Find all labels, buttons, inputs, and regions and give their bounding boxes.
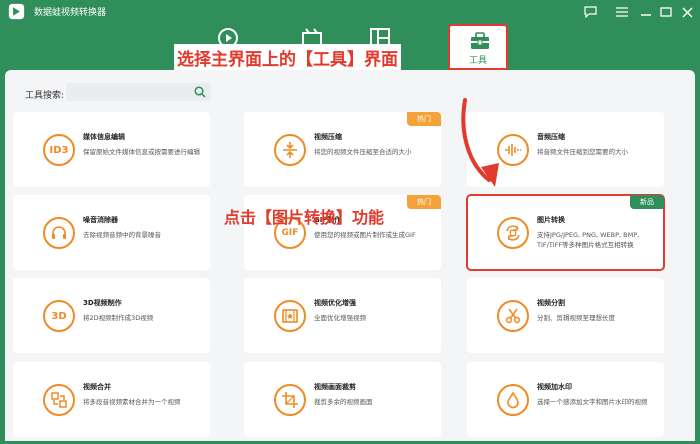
card-video-crop[interactable]: 视频画面裁剪 裁剪多余的视频画面 [244, 362, 441, 437]
card-desc: 将您的视频文件压缩至合适的大小 [314, 148, 412, 156]
card-desc: 选择一个感添加文字和图片水印的视频 [537, 398, 648, 406]
compress-icon [274, 134, 306, 166]
search-input[interactable] [66, 83, 211, 101]
app-logo-icon [8, 3, 25, 20]
card-image-convert[interactable]: 图片转换 支持JPG/JPEG, PNG, WEBP, BMP, TIF/TIF… [466, 194, 665, 271]
card-desc: 使用您的视频或图片制作或生成GIF [314, 231, 416, 239]
tab-tools-label: 工具 [468, 56, 487, 66]
card-video-split[interactable]: 视频分割 分割、剪辑视频至理想长度 [467, 278, 664, 353]
id3-icon: ID3 [43, 134, 75, 166]
card-title: 图片转换 [537, 216, 565, 224]
card-desc: 全面优化增强视频 [314, 314, 366, 322]
card-title: 噪音消除器 [83, 216, 118, 224]
scissors-icon [497, 300, 529, 332]
card-desc: 裁剪多余的视频画面 [314, 398, 373, 406]
close-icon[interactable] [677, 2, 697, 22]
card-media-info[interactable]: ID3 媒体信息编辑 保留原始文件媒体信息或按需要进行编辑 [13, 112, 210, 187]
card-title: 视频画面裁剪 [314, 383, 356, 391]
card-title: 视频压缩 [314, 133, 342, 141]
watermark-icon [497, 384, 529, 416]
toolbox-icon [471, 32, 489, 49]
image-convert-icon [497, 217, 529, 249]
annotation-click-image-convert: 点击【图片转换】功能 [224, 208, 385, 227]
card-desc: 分割、剪辑视频至理想长度 [537, 314, 615, 322]
card-desc: 保留原始文件媒体信息或按需要进行编辑 [83, 148, 200, 156]
hot-badge: 热门 [407, 195, 441, 209]
card-title: 3D视频制作 [83, 299, 122, 307]
card-video-enhance[interactable]: 视频优化增强 全面优化增强视频 [244, 278, 441, 353]
card-desc: 支持JPG/JPEG, PNG, WEBP, BMP, TIF/TIFF等多种图… [537, 231, 640, 249]
minimize-icon[interactable] [636, 2, 656, 22]
card-title: 音频压缩 [537, 133, 565, 141]
card-desc: 将2D视频制作成3D视频 [83, 314, 154, 322]
card-desc: 去除视频音频中的背景噪音 [83, 231, 161, 239]
card-title: 媒体信息编辑 [83, 133, 125, 141]
card-3d-maker[interactable]: 3D 3D视频制作 将2D视频制作成3D视频 [13, 278, 210, 353]
search-icon[interactable] [194, 86, 206, 98]
message-icon[interactable] [580, 2, 600, 22]
card-video-compress[interactable]: 视频压缩 将您的视频文件压缩至合适的大小 热门 [244, 112, 441, 187]
maximize-icon[interactable] [656, 2, 676, 22]
menu-icon[interactable] [612, 2, 632, 22]
hot-badge: 热门 [407, 112, 441, 126]
app-title: 数据蛙视频转换器 [34, 8, 107, 18]
enhance-icon [274, 300, 306, 332]
card-title: 视频合并 [83, 383, 111, 391]
annotation-arrow [461, 98, 499, 187]
3d-icon: 3D [43, 300, 75, 332]
new-badge: 新品 [630, 195, 664, 209]
title-bar: 数据蛙视频转换器 [0, 0, 700, 24]
top-nav: 工具 选择主界面上的【工具】界面 [0, 24, 700, 71]
headphone-icon [43, 217, 75, 249]
card-title: 视频优化增强 [314, 299, 356, 307]
crop-icon [274, 384, 306, 416]
card-video-watermark[interactable]: 视频加水印 选择一个感添加文字和图片水印的视频 [467, 362, 664, 437]
card-noise-remover[interactable]: 噪音消除器 去除视频音频中的背景噪音 [13, 195, 210, 270]
tools-panel: 工具搜索: ID3 媒体信息编辑 保留原始文件媒体信息或按需要进行编辑 视频压缩… [5, 70, 695, 441]
tab-tools[interactable]: 工具 [448, 24, 508, 70]
search-label: 工具搜索: [25, 91, 65, 101]
card-desc: 将多段音视频素材合并为一个视频 [83, 398, 181, 406]
card-title: 视频加水印 [537, 383, 572, 391]
card-title: 视频分割 [537, 299, 565, 307]
merge-icon [43, 384, 75, 416]
card-desc: 将音频文件压缩到您需要的大小 [537, 148, 628, 156]
card-video-merge[interactable]: 视频合并 将多段音视频素材合并为一个视频 [13, 362, 210, 437]
annotation-select-tools: 选择主界面上的【工具】界面 [174, 44, 401, 71]
